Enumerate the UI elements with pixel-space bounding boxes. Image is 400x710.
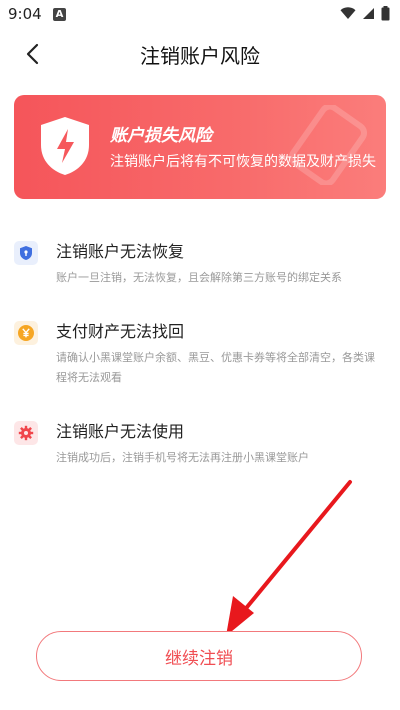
yen-coin-icon	[14, 321, 38, 345]
notification-icon: A	[53, 8, 66, 21]
item-description: 请确认小黑课堂账户余额、黑豆、优惠卡券等将全部清空，各类课程将无法观看	[56, 351, 375, 384]
phone-decoration-icon	[288, 105, 368, 185]
gear-icon	[14, 421, 38, 445]
shield-lock-icon	[14, 241, 38, 265]
item-description: 账户一旦注销，无法恢复，且会解除第三方账号的绑定关系	[56, 271, 342, 284]
item-description: 注销成功后，注销手机号将无法再注册小黑课堂账户	[56, 451, 309, 464]
item-title: 注销账户无法使用	[56, 422, 185, 441]
continue-deregister-button[interactable]: 继续注销	[36, 631, 362, 681]
header: 注销账户风险	[0, 30, 400, 78]
status-bar: 9:04 A	[0, 0, 400, 30]
battery-icon	[381, 6, 390, 21]
page-title: 注销账户风险	[140, 44, 260, 68]
signal-icon	[363, 8, 374, 19]
status-icons	[340, 6, 390, 21]
status-time: 9:04	[8, 5, 42, 23]
item-title: 注销账户无法恢复	[56, 242, 185, 261]
item-title: 支付财产无法找回	[56, 322, 185, 341]
banner-title: 账户损失风险	[110, 126, 212, 146]
risk-banner: 账户损失风险 注销账户后将有不可恢复的数据及财产损失	[14, 95, 386, 199]
wifi-icon	[340, 7, 356, 19]
shield-lightning-icon	[41, 117, 89, 175]
